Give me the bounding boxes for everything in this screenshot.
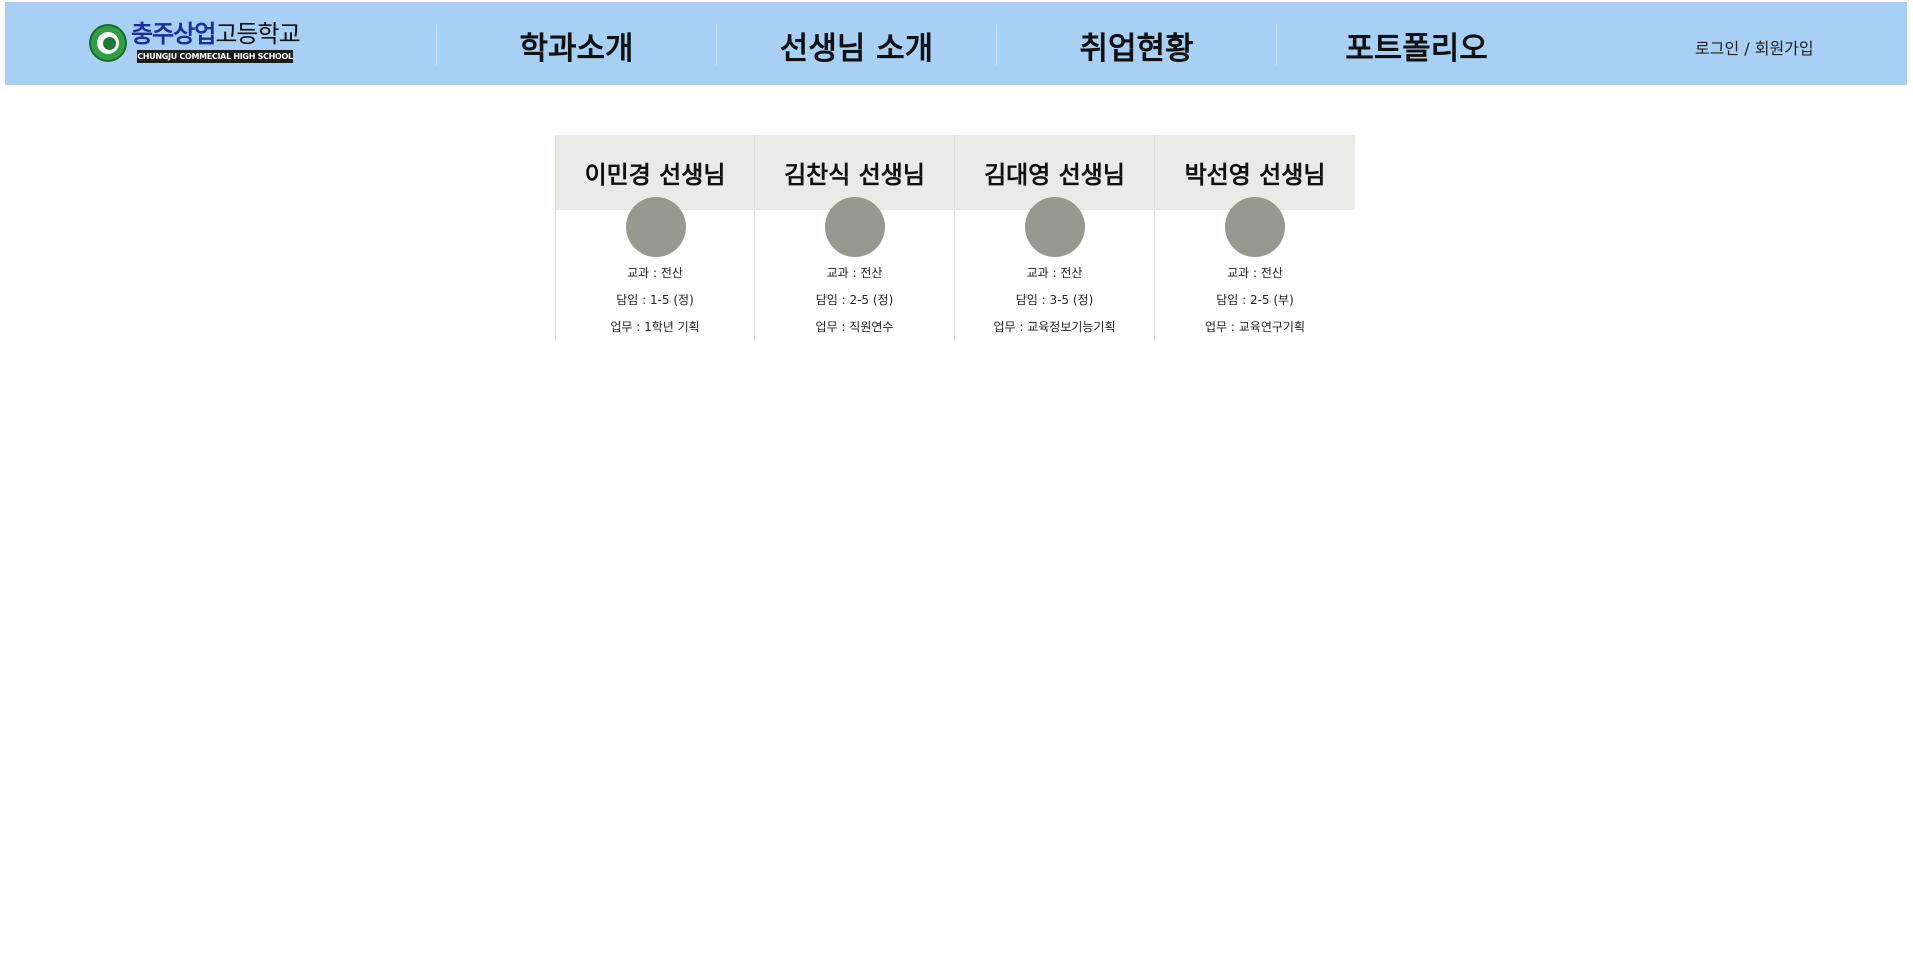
teacher-list: 이민경 선생님 교과 : 전산 담임 : 1-5 (정) 업무 : 1학년 기획… [555, 135, 1355, 341]
teacher-photo-placeholder [626, 197, 686, 257]
teacher-card: 이민경 선생님 교과 : 전산 담임 : 1-5 (정) 업무 : 1학년 기획 [555, 135, 755, 341]
teacher-homeroom: 담임 : 2-5 (정) [815, 293, 894, 307]
teacher-info: 교과 : 전산 담임 : 1-5 (정) 업무 : 1학년 기획 [556, 263, 754, 341]
teacher-subject: 교과 : 전산 [1227, 266, 1283, 280]
teacher-photo-placeholder [825, 197, 885, 257]
teacher-info: 교과 : 전산 담임 : 2-5 (정) 업무 : 직원연수 [755, 263, 954, 341]
teacher-duty: 업무 : 직원연수 [815, 320, 894, 334]
teacher-homeroom: 담임 : 1-5 (정) [616, 293, 694, 307]
teacher-subject: 교과 : 전산 [826, 266, 883, 280]
logo-school-name: 충주상업고등학교 [131, 20, 301, 48]
main-nav: 학과소개 선생님 소개 취업현황 포트폴리오 [436, 24, 1556, 67]
teacher-duty: 업무 : 교육연구기획 [1205, 320, 1305, 334]
teacher-card: 김대영 선생님 교과 : 전산 담임 : 3-5 (정) 업무 : 교육정보기능… [955, 135, 1155, 341]
teacher-homeroom: 담임 : 2-5 (부) [1216, 293, 1294, 307]
teacher-photo-placeholder [1025, 197, 1085, 257]
school-emblem-icon [89, 24, 127, 62]
site-header: 충주상업고등학교 CHUNGJU COMMECIAL HIGH SCHOOL 학… [5, 2, 1907, 85]
nav-employment-status[interactable]: 취업현황 [996, 24, 1276, 67]
school-logo[interactable]: 충주상업고등학교 CHUNGJU COMMECIAL HIGH SCHOOL [89, 20, 301, 66]
teacher-info: 교과 : 전산 담임 : 2-5 (부) 업무 : 교육연구기획 [1155, 263, 1355, 341]
nav-teacher-intro[interactable]: 선생님 소개 [716, 24, 996, 67]
teacher-duty: 업무 : 1학년 기획 [610, 320, 700, 334]
teacher-info: 교과 : 전산 담임 : 3-5 (정) 업무 : 교육정보기능기획 [955, 263, 1154, 341]
teacher-duty: 업무 : 교육정보기능기획 [993, 320, 1116, 334]
teacher-card: 김찬식 선생님 교과 : 전산 담임 : 2-5 (정) 업무 : 직원연수 [755, 135, 955, 341]
auth-links: 로그인 / 회원가입 [1695, 35, 1814, 59]
logo-english-name: CHUNGJU COMMECIAL HIGH SCHOOL [137, 50, 293, 63]
nav-portfolio[interactable]: 포트폴리오 [1276, 24, 1556, 67]
auth-separator: / [1739, 39, 1755, 58]
teacher-subject: 교과 : 전산 [1026, 266, 1083, 280]
signup-link[interactable]: 회원가입 [1755, 39, 1814, 58]
teacher-photo-placeholder [1225, 197, 1285, 257]
login-link[interactable]: 로그인 [1695, 39, 1739, 58]
teacher-homeroom: 담임 : 3-5 (정) [1015, 293, 1094, 307]
teacher-subject: 교과 : 전산 [627, 266, 683, 280]
teacher-card: 박선영 선생님 교과 : 전산 담임 : 2-5 (부) 업무 : 교육연구기획 [1155, 135, 1355, 341]
nav-department-intro[interactable]: 학과소개 [436, 24, 716, 67]
